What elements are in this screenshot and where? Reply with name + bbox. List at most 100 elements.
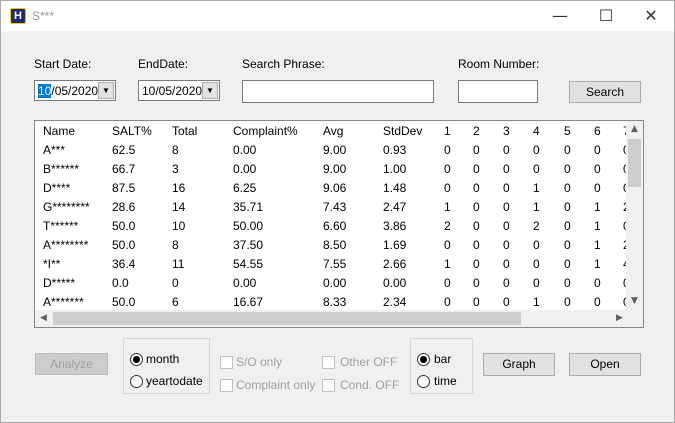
cell-name: B******: [43, 162, 80, 176]
cell-name: D****: [43, 181, 71, 195]
cell-c3: 0: [503, 200, 510, 214]
cell-c6: 1: [594, 200, 601, 214]
cell-salt-pct: 62.5: [112, 143, 136, 157]
cell-c4: 2: [533, 219, 540, 233]
cell-c1: 2: [444, 219, 451, 233]
other-off-label[interactable]: Other OFF: [340, 355, 397, 369]
vertical-scroll-thumb[interactable]: [628, 139, 641, 187]
scroll-left-icon[interactable]: ◀: [35, 310, 52, 327]
cell-complaint-pct: 0.00: [233, 143, 257, 157]
graph-button[interactable]: Graph: [483, 353, 555, 376]
cell-salt-pct: 87.5: [112, 181, 136, 195]
cell-name: T******: [43, 219, 79, 233]
chart-bar-radio[interactable]: [417, 353, 430, 366]
column-header-stddev[interactable]: StdDev: [383, 124, 422, 138]
list-row[interactable]: A***62.580.009.000.930000000: [35, 141, 628, 160]
column-header-salt-pct[interactable]: SALT%: [112, 124, 152, 138]
column-header-c1[interactable]: 1: [444, 124, 451, 138]
cell-total: 8: [172, 143, 179, 157]
end-date-dropdown-icon[interactable]: ▼: [202, 82, 218, 99]
list-row[interactable]: G********28.61435.717.432.471001012: [35, 198, 628, 217]
cell-c5: 0: [564, 219, 571, 233]
start-date-dropdown-icon[interactable]: ▼: [98, 82, 114, 99]
complaint-only-checkbox[interactable]: [220, 379, 233, 392]
close-button[interactable]: ✕: [628, 1, 674, 31]
list-row[interactable]: *I**36.41154.557.552.661000014: [35, 255, 628, 274]
cell-c2: 0: [473, 181, 480, 195]
cell-c1: 0: [444, 143, 451, 157]
cell-c1: 0: [444, 295, 451, 309]
cell-c5: 0: [564, 295, 571, 309]
cell-complaint-pct: 54.55: [233, 257, 264, 271]
list-row[interactable]: D****87.5166.259.061.480001000: [35, 179, 628, 198]
scroll-down-icon[interactable]: ▼: [626, 293, 643, 310]
scroll-up-icon[interactable]: ▲: [626, 121, 643, 138]
cell-c5: 0: [564, 276, 571, 290]
cell-c2: 0: [473, 219, 480, 233]
so-only-label[interactable]: S/O only: [236, 355, 282, 369]
column-header-c5[interactable]: 5: [564, 124, 571, 138]
cell-complaint-pct: 50.00: [233, 219, 264, 233]
cell-c1: 1: [444, 200, 451, 214]
results-list[interactable]: Name SALT% Total Complaint% Avg StdDev 1 2 3 4 5 6 7…: [34, 120, 644, 328]
end-date-picker[interactable]: 10/05/2020 ▼: [138, 80, 220, 101]
chart-bar-label[interactable]: bar: [434, 352, 451, 366]
cell-c5: 0: [564, 181, 571, 195]
cell-avg: 6.60: [323, 219, 347, 233]
search-button[interactable]: Search: [569, 81, 641, 103]
cond-off-label[interactable]: Cond. OFF: [340, 378, 399, 392]
cell-name: A***: [43, 143, 66, 157]
period-yeartodate-radio[interactable]: [130, 375, 143, 388]
list-row[interactable]: D*****0.000.000.000.000000000: [35, 274, 628, 293]
column-header-c4[interactable]: 4: [533, 124, 540, 138]
cell-stddev: 1.00: [383, 162, 407, 176]
search-phrase-input[interactable]: [242, 80, 434, 103]
complaint-only-label[interactable]: Complaint only: [236, 378, 315, 392]
minimize-button[interactable]: —: [537, 1, 583, 31]
vertical-scrollbar[interactable]: ▲ ▼: [626, 121, 643, 310]
column-header-avg[interactable]: Avg: [323, 124, 343, 138]
period-yeartodate-label[interactable]: yeartodate: [146, 374, 203, 388]
list-row[interactable]: A*******50.0616.678.332.340001000: [35, 293, 628, 310]
column-header-c3[interactable]: 3: [503, 124, 510, 138]
list-row[interactable]: B******66.730.009.001.000000000: [35, 160, 628, 179]
column-header-c6[interactable]: 6: [594, 124, 601, 138]
open-button[interactable]: Open: [569, 353, 641, 376]
cell-salt-pct: 50.0: [112, 238, 136, 252]
cell-salt-pct: 0.0: [112, 276, 129, 290]
chart-time-radio[interactable]: [417, 375, 430, 388]
period-month-label[interactable]: month: [146, 352, 179, 366]
cell-total: 14: [172, 200, 186, 214]
column-header-total[interactable]: Total: [172, 124, 197, 138]
cell-total: 16: [172, 181, 186, 195]
list-row[interactable]: T******50.01050.006.603.862002010: [35, 217, 628, 236]
period-month-radio[interactable]: [130, 353, 143, 366]
cell-c5: 0: [564, 162, 571, 176]
column-header-name[interactable]: Name: [43, 124, 75, 138]
cell-c1: 0: [444, 162, 451, 176]
cell-c6: 0: [594, 276, 601, 290]
so-only-checkbox[interactable]: [220, 356, 233, 369]
end-date-label: EndDate:: [138, 57, 189, 71]
cell-stddev: 0.93: [383, 143, 407, 157]
horizontal-scrollbar[interactable]: ◀ ▶: [35, 310, 628, 327]
cell-c6: 0: [594, 162, 601, 176]
cell-c3: 0: [503, 162, 510, 176]
other-off-checkbox[interactable]: [322, 356, 335, 369]
cond-off-checkbox[interactable]: [322, 379, 335, 392]
start-date-picker[interactable]: 10/05/2020 ▼: [34, 80, 116, 101]
chart-time-label[interactable]: time: [434, 374, 457, 388]
column-header-c2[interactable]: 2: [473, 124, 480, 138]
analyze-button[interactable]: Analyze: [35, 353, 108, 375]
room-number-label: Room Number:: [458, 57, 540, 71]
cell-avg: 7.55: [323, 257, 347, 271]
maximize-button[interactable]: ☐: [583, 1, 629, 31]
cell-c4: 1: [533, 181, 540, 195]
horizontal-scroll-thumb[interactable]: [53, 312, 521, 325]
list-row[interactable]: A********50.0837.508.501.690000012: [35, 236, 628, 255]
cell-c1: 0: [444, 276, 451, 290]
cell-avg: 0.00: [323, 276, 347, 290]
column-header-complaint-pct[interactable]: Complaint%: [233, 124, 298, 138]
cell-stddev: 0.00: [383, 276, 407, 290]
room-number-input[interactable]: [458, 80, 538, 103]
